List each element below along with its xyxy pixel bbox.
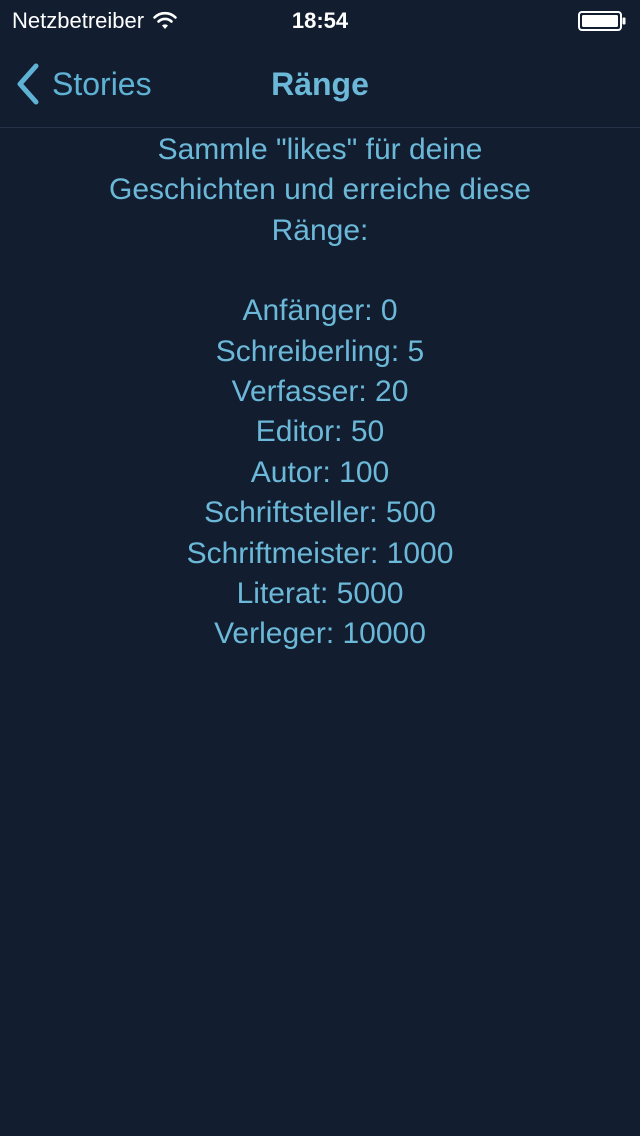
- rank-item: Schriftmeister: 1000: [186, 536, 454, 570]
- intro-text: Sammle "likes" für deine Geschichten und…: [60, 130, 580, 251]
- rank-item: Schreiberling: 5: [215, 334, 425, 368]
- ranks-content: Sammle "likes" für deine Geschichten und…: [0, 130, 640, 655]
- intro-line: Geschichten und erreiche diese: [109, 173, 531, 207]
- rank-item: Literat: 5000: [236, 577, 404, 611]
- rank-item: Verfasser: 20: [231, 375, 409, 409]
- status-bar: Netzbetreiber 18:54: [0, 0, 640, 40]
- intro-line: Sammle "likes" für deine: [157, 133, 483, 166]
- navigation-bar: Stories Ränge: [0, 40, 640, 128]
- rank-item: Verleger: 10000: [214, 617, 426, 651]
- rank-item: Schriftsteller: 500: [204, 496, 436, 530]
- rank-item: Anfänger: 0: [242, 294, 398, 328]
- intro-line: Ränge:: [271, 213, 369, 247]
- rank-item: Editor: 50: [255, 415, 385, 449]
- status-time: 18:54: [291, 8, 349, 33]
- page-title: Ränge: [271, 66, 369, 102]
- rank-item: Autor: 100: [250, 455, 390, 489]
- rank-list: Anfänger: 0 Schreiberling: 5 Verfasser: …: [0, 291, 640, 655]
- battery-icon: [578, 11, 626, 31]
- screen: Netzbetreiber 18:54 Stories Ränge Sammle…: [0, 0, 640, 1136]
